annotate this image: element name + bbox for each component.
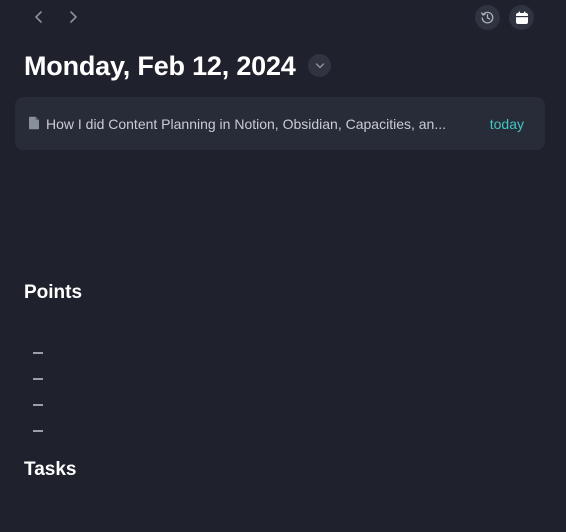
tasks-heading: Tasks <box>24 459 77 480</box>
chevron-left-icon <box>35 11 42 23</box>
chevron-right-icon <box>70 11 77 23</box>
calendar-icon <box>515 11 528 24</box>
points-bullet[interactable] <box>33 378 43 380</box>
linked-reference-card[interactable]: How I did Content Planning in Notion, Ob… <box>15 97 545 150</box>
back-button[interactable] <box>30 8 48 26</box>
calendar-button[interactable] <box>509 5 534 30</box>
points-bullet[interactable] <box>33 404 43 406</box>
reference-title: How I did Content Planning in Notion, Ob… <box>46 116 447 132</box>
document-icon <box>29 116 39 130</box>
daily-note-page: Monday, Feb 12, 2024 How I did Content P… <box>0 0 566 532</box>
title-menu-button[interactable] <box>308 54 331 77</box>
history-button[interactable] <box>475 5 500 30</box>
points-bullet[interactable] <box>33 430 43 432</box>
page-title[interactable]: Monday, Feb 12, 2024 <box>24 48 296 84</box>
reference-date-badge: today <box>489 116 524 132</box>
chevron-down-icon <box>315 62 324 68</box>
history-icon <box>481 11 494 24</box>
forward-button[interactable] <box>64 8 82 26</box>
points-bullet[interactable] <box>33 352 43 354</box>
points-heading: Points <box>24 282 83 303</box>
